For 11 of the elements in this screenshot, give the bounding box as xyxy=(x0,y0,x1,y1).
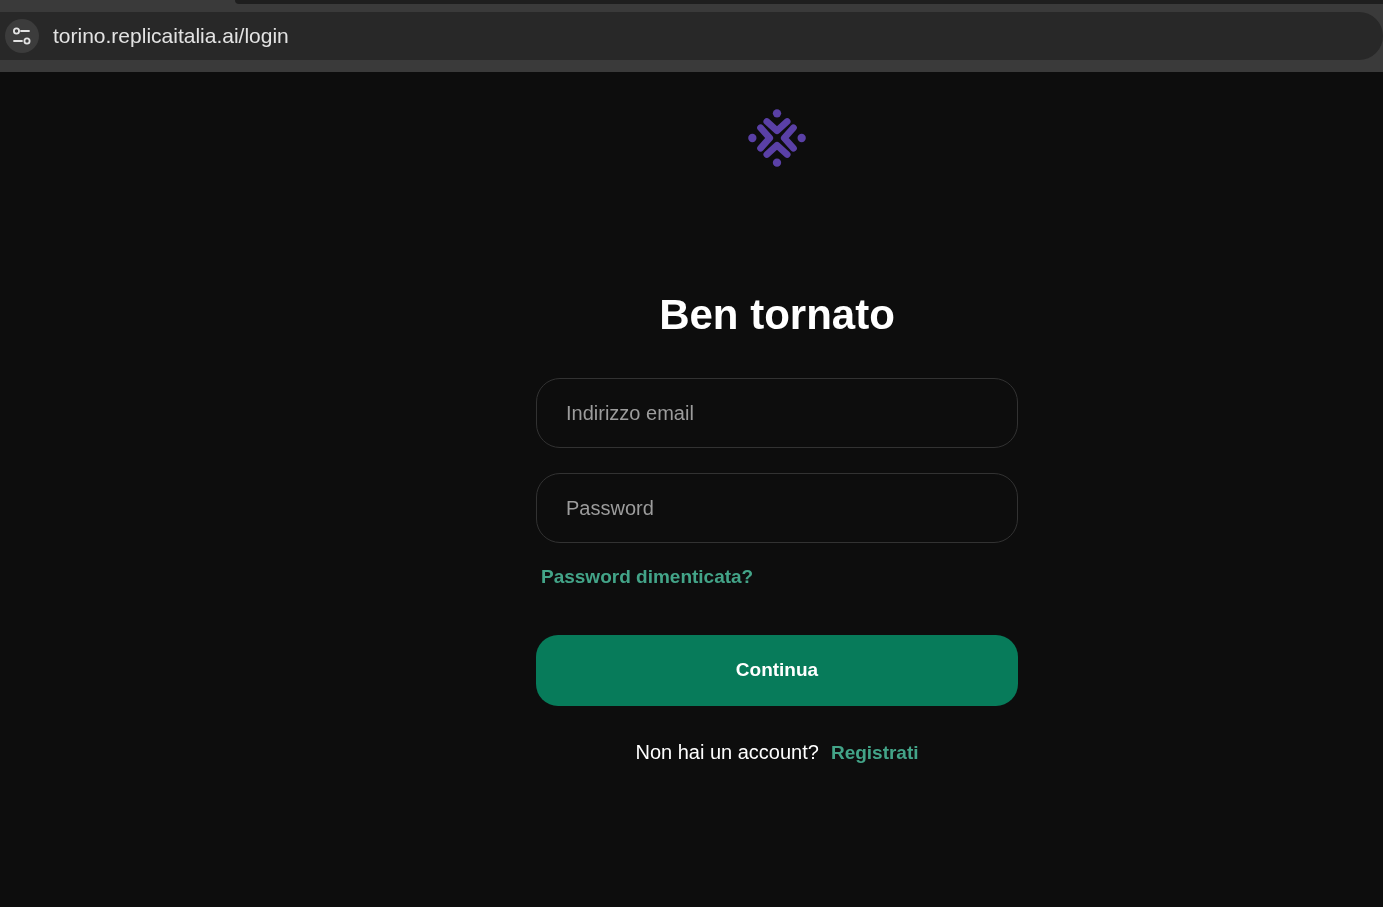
email-field[interactable]: Indirizzo email xyxy=(536,378,1018,448)
signup-link[interactable]: Registrati xyxy=(830,741,919,765)
signup-prompt: Non hai un account? xyxy=(635,740,819,764)
url-text: torino.replicaitalia.ai/login xyxy=(53,23,289,50)
continue-button[interactable]: Continua xyxy=(536,635,1018,706)
password-field[interactable]: Password xyxy=(536,473,1018,543)
address-bar[interactable]: torino.replicaitalia.ai/login xyxy=(0,12,1383,60)
forgot-password-link[interactable]: Password dimenticata? xyxy=(541,565,754,589)
logo-icon xyxy=(748,109,806,167)
sliders-icon[interactable] xyxy=(5,19,39,53)
page-title: Ben tornato xyxy=(658,290,896,340)
